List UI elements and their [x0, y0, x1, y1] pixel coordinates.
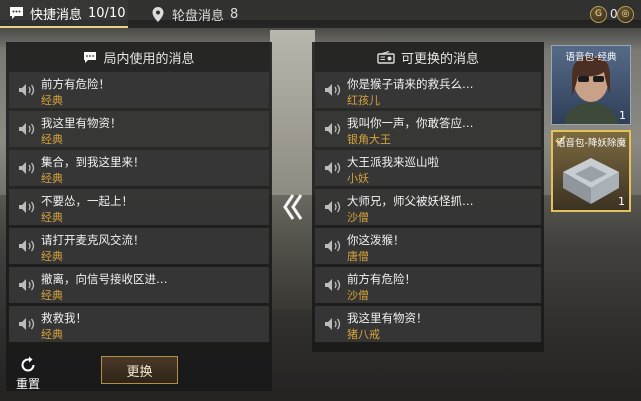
card-count: 1 — [618, 195, 625, 208]
speaker-icon — [19, 123, 35, 135]
chat-icon — [8, 5, 24, 21]
speaker-icon — [19, 240, 35, 252]
background-pillar — [270, 30, 315, 310]
in-game-message-row[interactable]: 前方有危险！ 经典 — [9, 72, 269, 108]
in-game-messages-panel: 局内使用的消息 前方有危险！ 经典 我这里有物资！ 经典 集合，到我这里来！ 经… — [6, 42, 272, 391]
speaker-icon — [19, 318, 35, 330]
in-game-message-row[interactable]: 救救我！ 经典 — [9, 306, 269, 342]
message-text: 我这里有物资！ — [347, 311, 428, 325]
speaker-icon — [325, 162, 341, 174]
replaceable-message-row[interactable]: 你是猴子请来的救兵么… 红孩儿 — [315, 72, 541, 108]
currency-token[interactable]: ◎ — [617, 4, 634, 24]
coin-icon: G — [590, 5, 607, 23]
message-category: 经典 — [41, 172, 63, 185]
message-text: 请打开麦克风交流！ — [41, 233, 145, 247]
right-panel-title: 可更换的消息 — [400, 51, 479, 67]
message-text: 不要怂，一起上！ — [41, 194, 133, 208]
left-panel-header: 局内使用的消息 — [6, 42, 272, 72]
tab-wheel-messages[interactable]: 轮盘消息 8 — [150, 0, 238, 28]
message-category: 小妖 — [347, 172, 369, 185]
tab-quick-messages[interactable]: 快捷消息 10/10 — [0, 0, 128, 28]
currency-coin[interactable]: G 0 — [590, 4, 618, 24]
in-game-message-row[interactable]: 不要怂，一起上！ 经典 — [9, 189, 269, 225]
speaker-icon — [325, 84, 341, 96]
message-text: 你是猴子请来的救兵么… — [347, 77, 474, 91]
replaceable-message-row[interactable]: 你这泼猴！ 唐僧 — [315, 228, 541, 264]
message-category: 银角大王 — [347, 133, 391, 146]
message-category: 经典 — [41, 289, 63, 302]
speaker-icon — [325, 279, 341, 291]
message-category: 猪八戒 — [347, 328, 380, 341]
double-chevron-left-icon — [282, 194, 302, 220]
message-text: 撤离，向信号接收区进… — [41, 272, 168, 286]
right-panel-header: 可更换的消息 — [312, 42, 544, 72]
radio-icon — [377, 50, 395, 64]
message-text: 大王派我来巡山啦 — [347, 155, 439, 169]
speaker-icon — [325, 318, 341, 330]
tab-wheel-label: 轮盘消息 — [172, 8, 225, 24]
in-game-message-row[interactable]: 请打开麦克风交流！ 经典 — [9, 228, 269, 264]
swap-button[interactable]: 更换 — [101, 356, 178, 384]
message-category: 红孩儿 — [347, 94, 380, 107]
in-game-message-row[interactable]: 我这里有物资！ 经典 — [9, 111, 269, 147]
replaceable-messages-panel: 可更换的消息 你是猴子请来的救兵么… 红孩儿 我叫你一声，你敢答应… 银角大王 … — [312, 42, 544, 352]
speaker-icon — [19, 162, 35, 174]
replaceable-message-row[interactable]: 大王派我来巡山啦 小妖 — [315, 150, 541, 186]
speaker-icon — [19, 279, 35, 291]
message-category: 经典 — [41, 133, 63, 146]
refresh-icon — [21, 356, 35, 372]
replaceable-message-row[interactable]: 我这里有物资！ 猪八戒 — [315, 306, 541, 342]
speaker-icon — [19, 201, 35, 213]
message-text: 救救我！ — [41, 311, 87, 325]
message-category: 沙僧 — [347, 211, 369, 224]
reset-label: 重置 — [15, 377, 40, 391]
speaker-icon — [325, 123, 341, 135]
chat-icon — [83, 51, 97, 64]
in-game-message-row[interactable]: 集合，到我这里来！ 经典 — [9, 150, 269, 186]
card-label: 语音包-经典 — [565, 52, 617, 63]
in-game-message-row[interactable]: 撤离，向信号接收区进… 经典 — [9, 267, 269, 303]
message-text: 前方有危险！ — [41, 77, 110, 91]
message-category: 唐僧 — [347, 250, 369, 263]
message-category: 经典 — [41, 250, 63, 263]
card-label: 语音包-降妖除魔 — [556, 138, 626, 149]
message-category: 沙僧 — [347, 289, 369, 302]
tab-wheel-count: 8 — [230, 6, 239, 22]
card-count: 1 — [619, 109, 626, 122]
speaker-icon — [325, 240, 341, 252]
speaker-icon — [19, 84, 35, 96]
replaceable-message-row[interactable]: 我叫你一声，你敢答应… 银角大王 — [315, 111, 541, 147]
message-text: 我叫你一声，你敢答应… — [347, 116, 474, 130]
replaceable-message-row[interactable]: 前方有危险！ 沙僧 — [315, 267, 541, 303]
token-icon: ◎ — [617, 5, 634, 23]
left-panel-title: 局内使用的消息 — [103, 51, 195, 67]
message-text: 我这里有物资！ — [41, 116, 122, 130]
message-text: 前方有危险！ — [347, 272, 416, 286]
location-pin-icon — [150, 6, 166, 22]
message-text: 大师兄，师父被妖怪抓… — [347, 194, 474, 208]
message-text: 你这泼猴！ — [347, 233, 405, 247]
voice-pack-card-classic[interactable]: 语音包-经典 1 — [551, 45, 631, 125]
move-left-arrow[interactable] — [279, 182, 306, 232]
speaker-icon — [325, 201, 341, 213]
message-category: 经典 — [41, 211, 63, 224]
tab-quick-count: 10/10 — [88, 5, 126, 21]
reset-button[interactable]: 重置 — [12, 356, 44, 392]
message-text: 集合，到我这里来！ — [41, 155, 145, 169]
replaceable-message-row[interactable]: 大师兄，师父被妖怪抓… 沙僧 — [315, 189, 541, 225]
message-category: 经典 — [41, 94, 63, 107]
message-category: 经典 — [41, 328, 63, 341]
voice-pack-card-demon[interactable]: 语音包-降妖除魔 1 — [551, 130, 631, 212]
tab-quick-label: 快捷消息 — [30, 7, 83, 23]
